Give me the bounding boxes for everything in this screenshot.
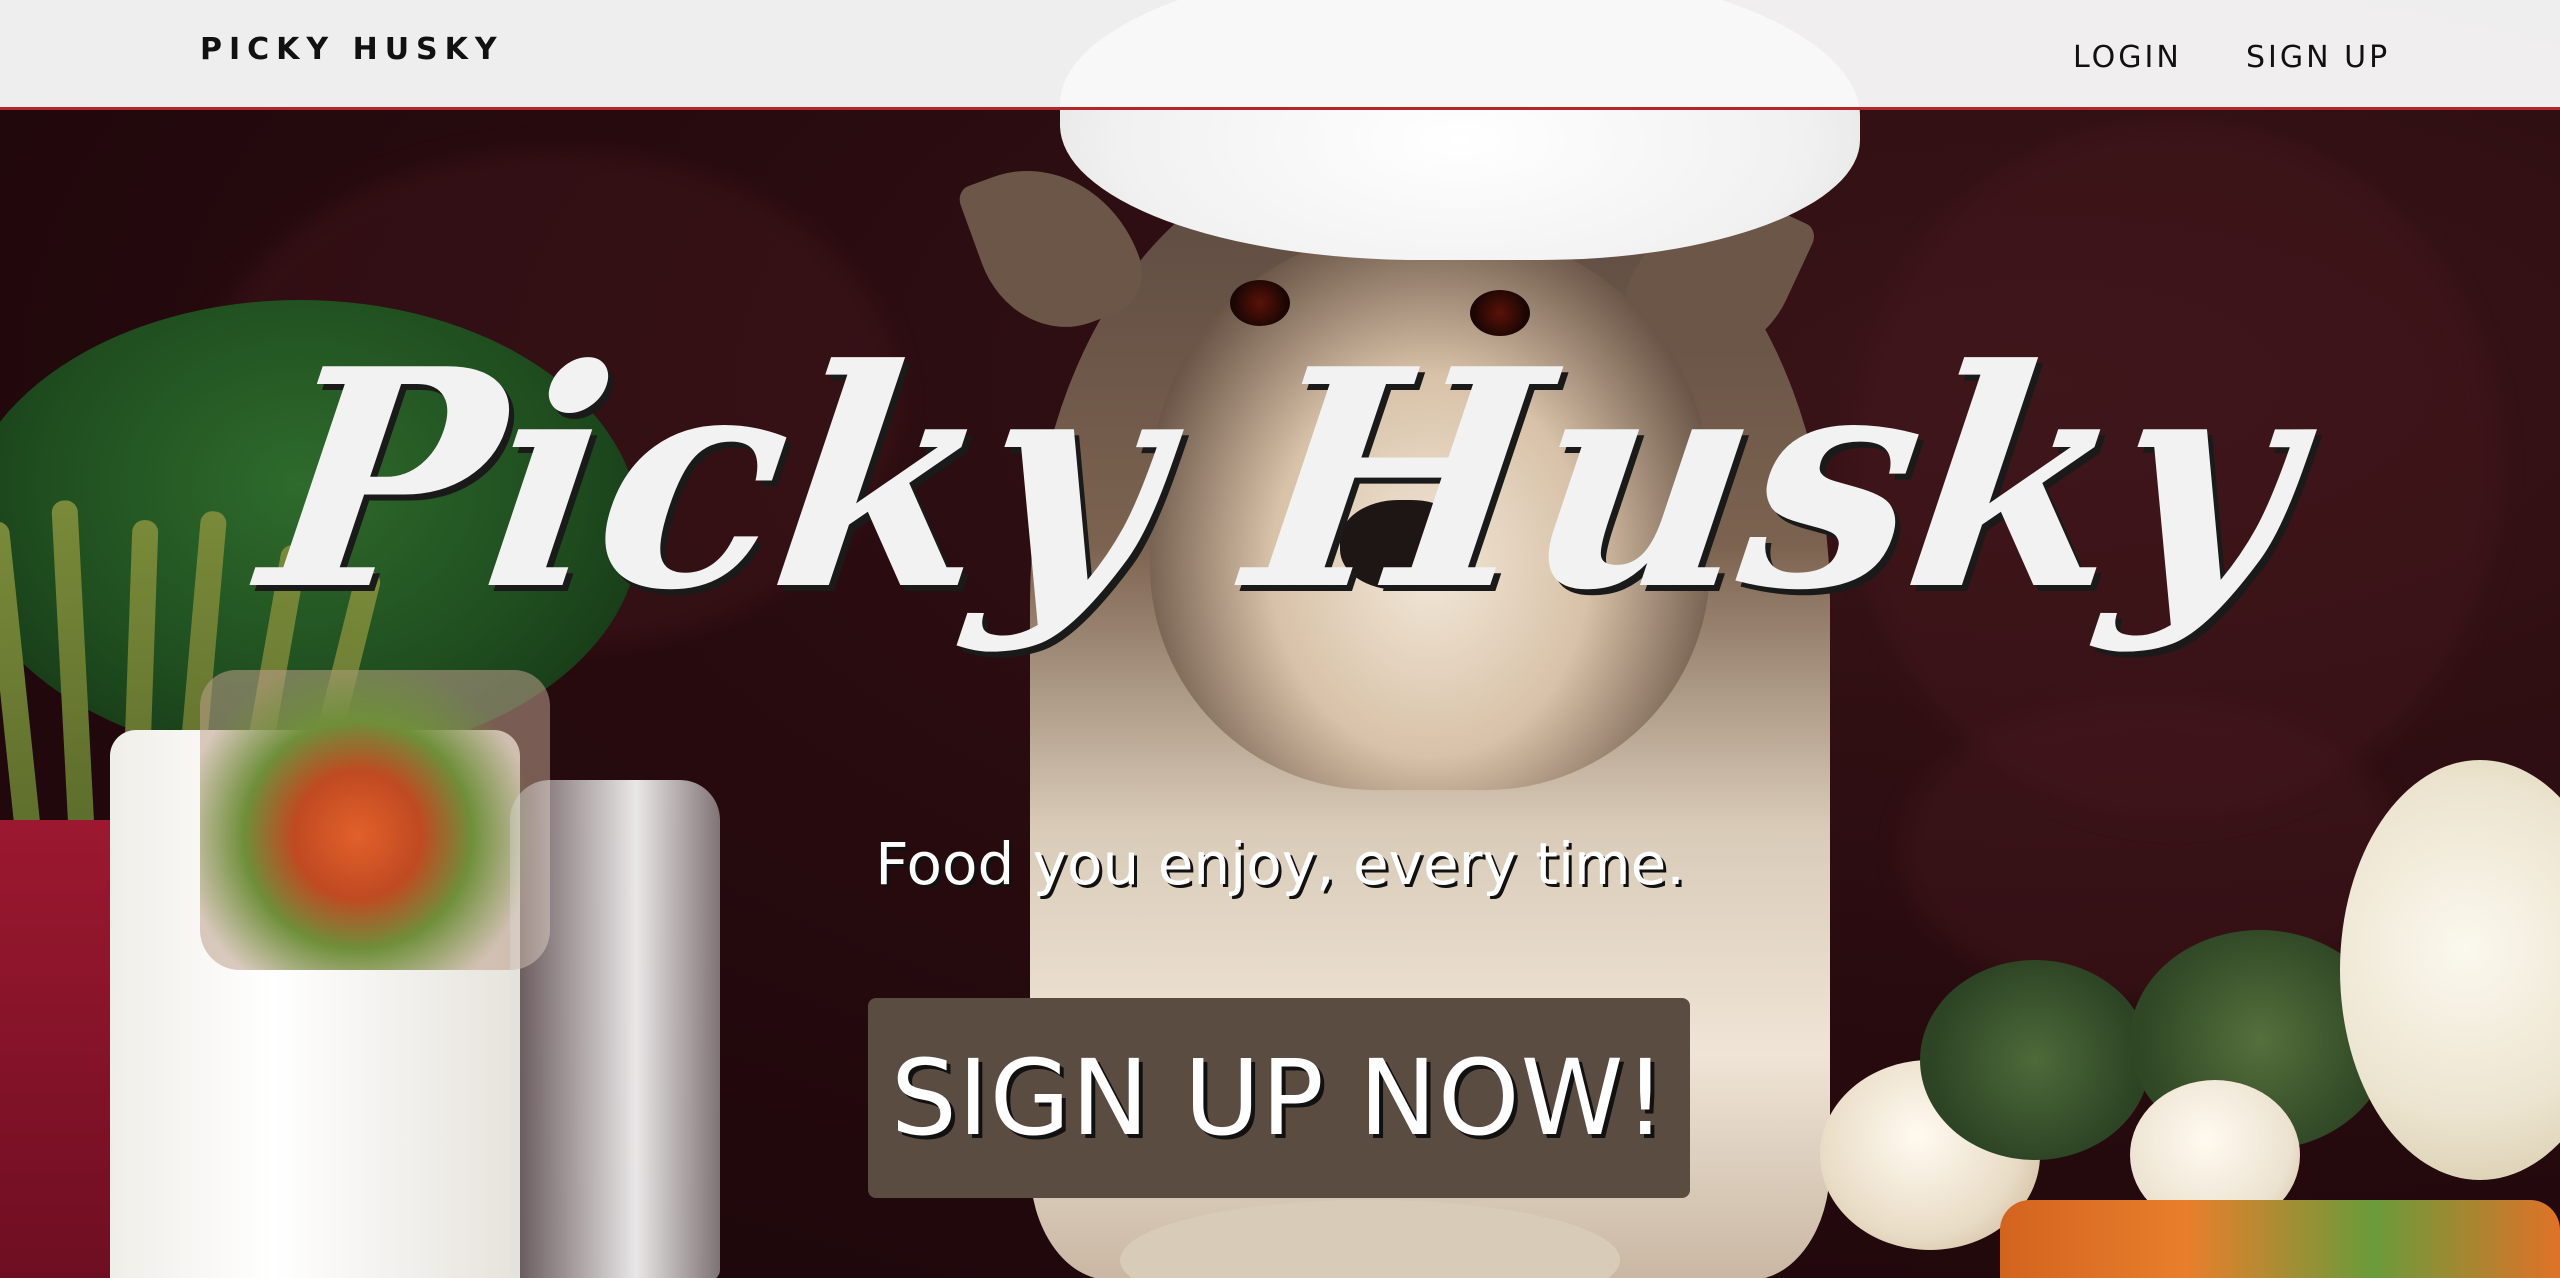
sign-up-now-button[interactable]: SIGN UP NOW! <box>868 998 1690 1198</box>
hero-tagline: Food you enjoy, every time. <box>875 830 1685 898</box>
brand-logo-text[interactable]: PICKY HUSKY <box>200 32 504 67</box>
hero-title: Picky Husky <box>246 303 2314 656</box>
top-navigation-bar: PICKY HUSKY LOGIN SIGN UP <box>0 0 2560 110</box>
nav-login-link[interactable]: LOGIN <box>2073 40 2182 75</box>
nav-signup-link[interactable]: SIGN UP <box>2246 40 2390 75</box>
